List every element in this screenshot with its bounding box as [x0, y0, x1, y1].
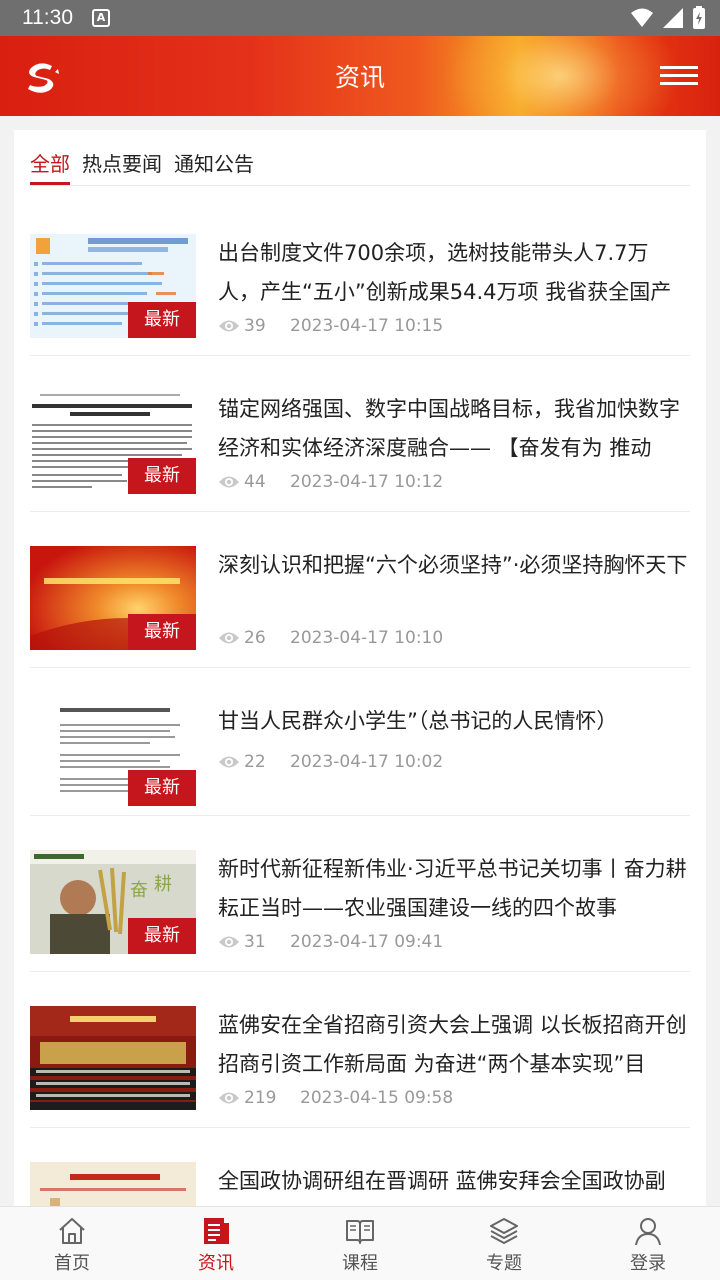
- news-thumbnail: 最新: [30, 234, 196, 338]
- nav-label: 专题: [486, 1253, 522, 1274]
- news-item[interactable]: 最新 锚定网络强国、数字中国战略目标，我省加快数字经济和实体经济深度融合—— 【…: [30, 356, 690, 512]
- news-card: 全部 热点要闻 通知公告 最新 出台制度文件700余项，选树技能带头人7.7万人…: [14, 130, 706, 1206]
- wifi-icon: [631, 8, 653, 27]
- eye-icon: [219, 936, 239, 948]
- news-meta: 31 2023-04-17 09:41: [218, 932, 443, 952]
- nav-courses[interactable]: 课程: [288, 1207, 432, 1280]
- news-meta: 44 2023-04-17 10:12: [218, 472, 443, 492]
- nav-news[interactable]: 资讯: [144, 1207, 288, 1280]
- svg-text:奋: 奋: [130, 880, 148, 901]
- status-icons: [630, 6, 706, 30]
- news-meta: 26 2023-04-17 10:10: [218, 628, 443, 648]
- eye-icon: [219, 632, 239, 644]
- bottom-nav: 首页 资讯 课程 专题 登录: [0, 1206, 720, 1280]
- new-badge: 最新: [128, 458, 196, 494]
- page-title: 资讯: [334, 63, 385, 92]
- news-thumbnail: [30, 1006, 196, 1110]
- news-item[interactable]: 蓝佛安在全省招商引资大会上强调 以长板招商开创招商引资工作新局面 为奋进“两个基…: [30, 972, 690, 1128]
- eye-icon: [219, 476, 239, 488]
- news-title: 新时代新征程新伟业·习近平总书记关切事丨奋力耕耘正当时——农业强国建设一线的四个…: [218, 857, 687, 920]
- nav-label: 资讯: [198, 1253, 234, 1274]
- news-meta: 22 2023-04-17 10:02: [218, 752, 443, 772]
- news-item[interactable]: 最新 甘当人民群众小学生”（总书记的人民情怀） 22 2023-04-17 10…: [30, 668, 690, 816]
- tab-hot-news[interactable]: 热点要闻: [82, 130, 162, 185]
- new-badge: 最新: [128, 770, 196, 806]
- new-badge: 最新: [128, 614, 196, 650]
- new-badge: 最新: [128, 302, 196, 338]
- tab-notices[interactable]: 通知公告: [174, 130, 254, 185]
- svg-text:耕: 耕: [154, 874, 172, 895]
- menu-icon[interactable]: [660, 66, 698, 86]
- eye-icon: [219, 1092, 239, 1104]
- signal-icon: [663, 8, 683, 28]
- eye-icon: [219, 320, 239, 332]
- view-count: 39: [244, 316, 266, 336]
- news-date: 2023-04-17 09:41: [290, 932, 444, 952]
- news-date: 2023-04-17 10:12: [290, 472, 444, 492]
- news-title: 锚定网络强国、数字中国战略目标，我省加快数字经济和实体经济深度融合—— 【奋发有…: [218, 397, 680, 460]
- news-date: 2023-04-17 10:02: [290, 752, 444, 772]
- nav-login[interactable]: 登录: [576, 1207, 720, 1280]
- book-icon: [346, 1220, 374, 1244]
- new-badge: 最新: [128, 918, 196, 954]
- eye-icon: [219, 756, 239, 768]
- view-count: 26: [244, 628, 266, 648]
- battery-icon: [693, 6, 705, 29]
- status-time: 11:30: [22, 6, 73, 29]
- news-title: 蓝佛安在全省招商引资大会上强调 以长板招商开创招商引资工作新局面 为奋进“两个基…: [218, 1013, 687, 1076]
- category-tabs: 全部 热点要闻 通知公告: [30, 130, 690, 186]
- nav-label: 登录: [630, 1253, 666, 1274]
- view-count: 44: [244, 472, 266, 492]
- view-count: 219: [244, 1088, 277, 1108]
- status-bar: 11:30 A: [0, 0, 720, 36]
- news-title: 全国政协调研组在晋调研 蓝佛安拜会全国政协副: [218, 1169, 666, 1193]
- news-thumbnail: 最新: [30, 702, 196, 806]
- news-meta: 219 2023-04-15 09:58: [218, 1088, 453, 1108]
- news-thumbnail: 最新: [30, 390, 196, 494]
- news-icon: [204, 1218, 229, 1244]
- news-date: 2023-04-17 10:15: [290, 316, 444, 336]
- news-thumbnail: 最新: [30, 546, 196, 650]
- app-header: 资讯: [0, 36, 720, 116]
- tab-all[interactable]: 全部: [30, 130, 70, 185]
- notification-a-icon: A: [92, 9, 110, 27]
- nav-topics[interactable]: 专题: [432, 1207, 576, 1280]
- nav-label: 课程: [342, 1253, 378, 1274]
- news-thumbnail: [30, 1162, 196, 1206]
- user-icon: [635, 1218, 661, 1246]
- news-title: 甘当人民群众小学生”（总书记的人民情怀）: [218, 709, 618, 733]
- view-count: 31: [244, 932, 266, 952]
- view-count: 22: [244, 752, 266, 772]
- news-date: 2023-04-15 09:58: [300, 1088, 454, 1108]
- news-title: 深刻认识和把握“六个必须坚持”·必须坚持胸怀天下: [218, 553, 688, 577]
- layers-icon: [490, 1218, 518, 1244]
- home-icon: [59, 1218, 85, 1244]
- news-item[interactable]: 最新 深刻认识和把握“六个必须坚持”·必须坚持胸怀天下 26 2023-04-1…: [30, 512, 690, 668]
- news-item[interactable]: 最新 出台制度文件700余项，选树技能带头人7.7万人，产生“五小”创新成果54…: [30, 200, 690, 356]
- news-title: 出台制度文件700余项，选树技能带头人7.7万人，产生“五小”创新成果54.4万…: [218, 241, 672, 304]
- news-list: 最新 出台制度文件700余项，选树技能带头人7.7万人，产生“五小”创新成果54…: [30, 200, 690, 1206]
- news-thumbnail: 奋 耕 最新: [30, 850, 196, 954]
- news-item[interactable]: 奋 耕 最新 新时代新征程新伟业·习近平总书记关切事丨奋力耕耘正当时——农业强国…: [30, 816, 690, 972]
- news-item[interactable]: 全国政协调研组在晋调研 蓝佛安拜会全国政协副: [30, 1128, 690, 1206]
- nav-home[interactable]: 首页: [0, 1207, 144, 1280]
- news-meta: 39 2023-04-17 10:15: [218, 316, 443, 336]
- news-date: 2023-04-17 10:10: [290, 628, 444, 648]
- nav-label: 首页: [54, 1253, 90, 1274]
